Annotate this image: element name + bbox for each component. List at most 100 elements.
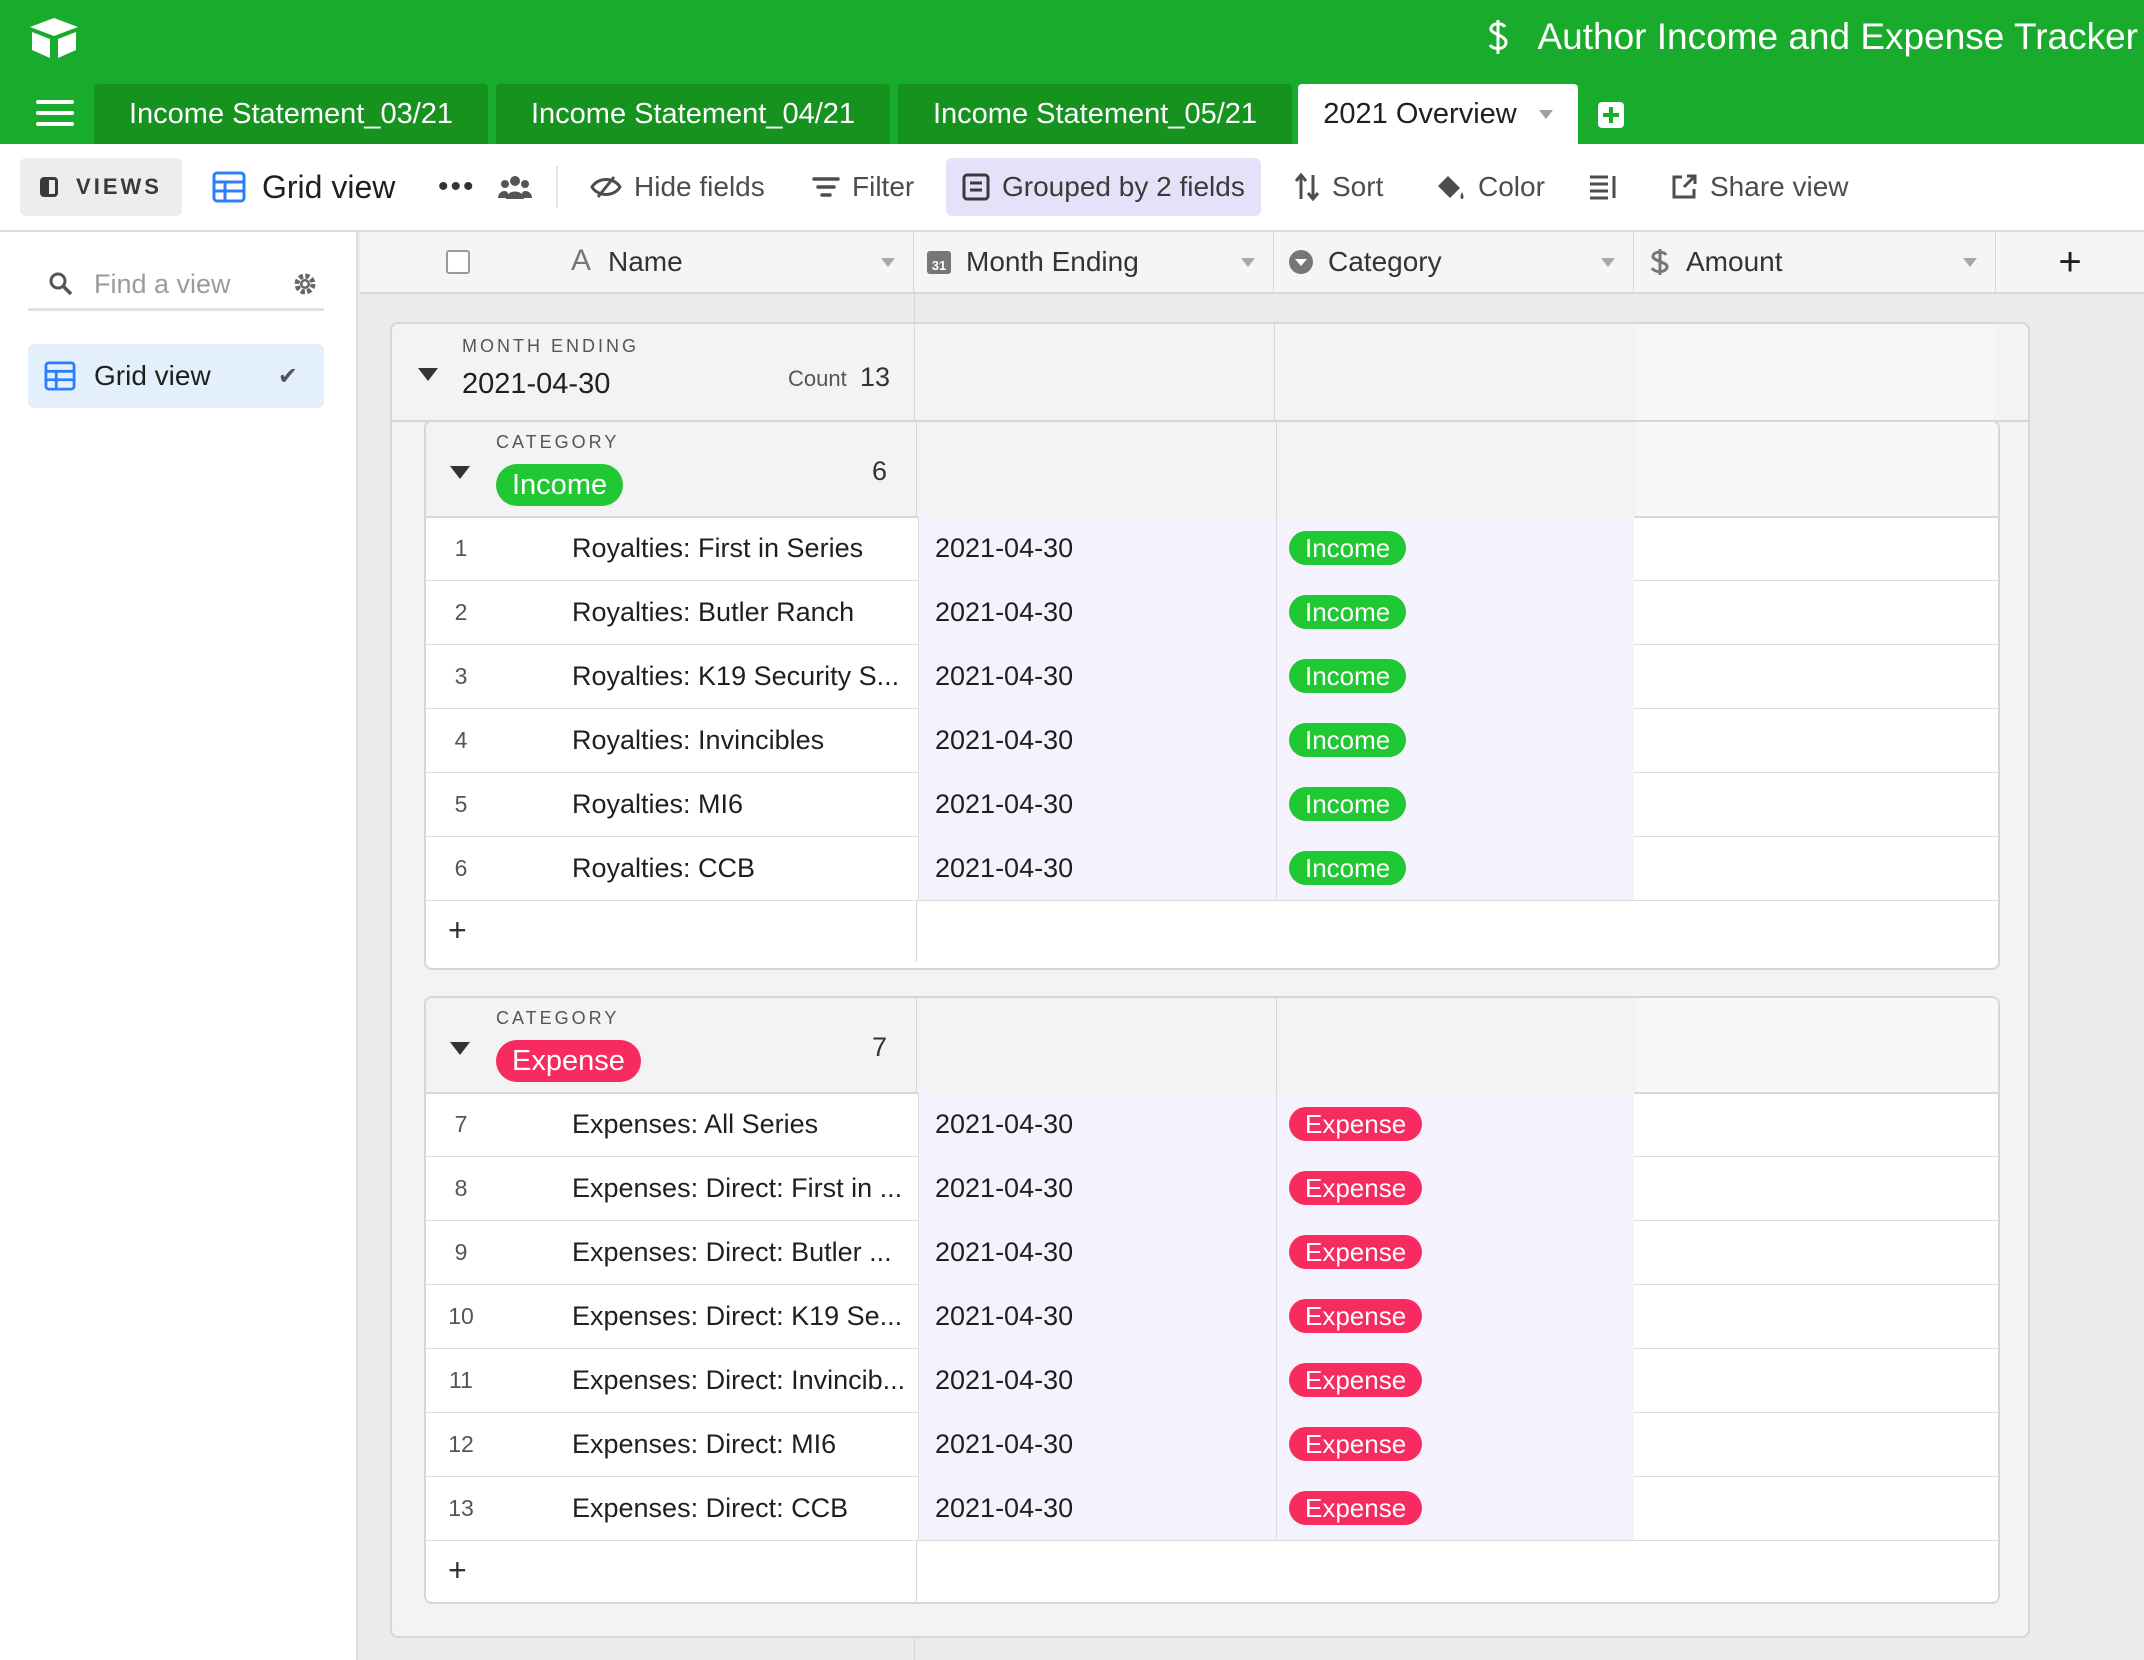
cell-month-ending[interactable]: 2021-04-30 — [918, 1284, 1276, 1348]
cell-month-ending[interactable]: 2021-04-30 — [918, 708, 1276, 772]
sidebar-item-grid-view[interactable]: Grid view ✔ — [28, 344, 324, 408]
cell-month-ending[interactable]: 2021-04-30 — [918, 836, 1276, 900]
app-logo-icon[interactable] — [28, 16, 80, 60]
add-field-button[interactable]: + — [1996, 232, 2144, 292]
add-record-row[interactable]: + — [426, 1540, 1998, 1602]
cell-name[interactable]: Expenses: Direct: CCB — [572, 1476, 918, 1540]
table-row[interactable]: 7 Expenses: All Series 2021-04-30 Expense — [426, 1092, 1998, 1157]
views-button[interactable]: VIEWS — [20, 158, 182, 216]
column-header-amount[interactable]: Amount — [1634, 232, 1996, 292]
cell-category[interactable]: Income — [1276, 580, 1634, 644]
add-record-icon[interactable]: + — [448, 1552, 467, 1589]
chevron-down-icon[interactable] — [1241, 258, 1255, 267]
table-row[interactable]: 2 Royalties: Butler Ranch 2021-04-30 Income — [426, 580, 1998, 645]
collapse-triangle-icon[interactable] — [450, 1042, 470, 1055]
collapse-triangle-icon[interactable] — [450, 466, 470, 479]
amount-summary-cell[interactable] — [1636, 998, 1998, 1092]
cell-category[interactable]: Expense — [1276, 1156, 1634, 1220]
more-options-icon[interactable]: ••• — [438, 158, 476, 216]
table-row[interactable]: 5 Royalties: MI6 2021-04-30 Income — [426, 772, 1998, 837]
menu-icon[interactable] — [36, 100, 74, 130]
tab-income-statement-03-21[interactable]: Income Statement_03/21 — [94, 84, 488, 144]
table-row[interactable]: 3 Royalties: K19 Security S... 2021-04-30 I… — [426, 644, 1998, 709]
table-row[interactable]: 9 Expenses: Direct: Butler ... 2021-04-30 E… — [426, 1220, 1998, 1285]
subgroup-header-income[interactable]: CATEGORY Income 6 — [426, 422, 1998, 518]
sort-button[interactable]: Sort — [1294, 158, 1383, 216]
collaborators-icon[interactable] — [498, 158, 544, 216]
cell-name[interactable]: Expenses: All Series — [572, 1092, 918, 1156]
amount-summary-cell[interactable] — [1636, 422, 1998, 516]
chevron-down-icon[interactable] — [1963, 258, 1977, 267]
cell-category[interactable]: Expense — [1276, 1348, 1634, 1412]
chevron-down-icon[interactable] — [1601, 258, 1615, 267]
cell-category[interactable]: Income — [1276, 516, 1634, 580]
cell-category[interactable]: Expense — [1276, 1476, 1634, 1540]
table-row[interactable]: 8 Expenses: Direct: First in ... 2021-04-3… — [426, 1156, 1998, 1221]
chevron-down-icon[interactable] — [1538, 109, 1553, 119]
cell-month-ending[interactable]: 2021-04-30 — [918, 1476, 1276, 1540]
cell-name[interactable]: Royalties: MI6 — [572, 772, 918, 836]
add-table-icon[interactable] — [1598, 102, 1624, 128]
table-row[interactable]: 11 Expenses: Direct: Invincib... 2021-04-3… — [426, 1348, 1998, 1413]
group-field-label: CATEGORY — [496, 432, 620, 452]
cell-name[interactable]: Expenses: Direct: Invincib... — [572, 1348, 918, 1412]
cell-name[interactable]: Royalties: Invincibles — [572, 708, 918, 772]
cell-month-ending[interactable]: 2021-04-30 — [918, 1412, 1276, 1476]
cell-month-ending[interactable]: 2021-04-30 — [918, 1220, 1276, 1284]
amount-summary-cell[interactable] — [1634, 324, 1994, 420]
collapse-triangle-icon[interactable] — [418, 368, 438, 381]
cell-month-ending[interactable]: 2021-04-30 — [918, 1092, 1276, 1156]
cell-category[interactable]: Income — [1276, 836, 1634, 900]
add-record-icon[interactable]: + — [448, 912, 467, 949]
cell-category[interactable]: Expense — [1276, 1412, 1634, 1476]
column-header-category[interactable]: Category — [1274, 232, 1634, 292]
cell-category[interactable]: Expense — [1276, 1220, 1634, 1284]
filter-button[interactable]: Filter — [812, 158, 914, 216]
cell-category[interactable]: Income — [1276, 708, 1634, 772]
cell-name[interactable]: Royalties: K19 Security S... — [572, 644, 918, 708]
gear-icon[interactable] — [292, 271, 318, 297]
cell-name[interactable]: Expenses: Direct: K19 Se... — [572, 1284, 918, 1348]
column-header-name[interactable]: A Name — [360, 232, 914, 292]
cell-month-ending[interactable]: 2021-04-30 — [918, 644, 1276, 708]
column-header-month-ending[interactable]: 31 Month Ending — [914, 232, 1274, 292]
cell-month-ending[interactable]: 2021-04-30 — [918, 1348, 1276, 1412]
select-all-checkbox[interactable] — [446, 250, 470, 274]
cell-month-ending[interactable]: 2021-04-30 — [918, 772, 1276, 836]
cell-name[interactable]: Expenses: Direct: MI6 — [572, 1412, 918, 1476]
group-button[interactable]: Grouped by 2 fields — [946, 158, 1261, 216]
table-row[interactable]: 12 Expenses: Direct: MI6 2021-04-30 Expense — [426, 1412, 1998, 1477]
share-view-button[interactable]: Share view — [1670, 158, 1849, 216]
chevron-down-icon[interactable] — [881, 258, 895, 267]
tab-2021-overview[interactable]: 2021 Overview — [1298, 84, 1578, 144]
cell-name[interactable]: Royalties: First in Series — [572, 516, 918, 580]
group-header-month-ending[interactable]: MONTH ENDING 2021-04-30 Count 13 — [392, 324, 2028, 422]
tab-income-statement-04-21[interactable]: Income Statement_04/21 — [496, 84, 890, 144]
cell-month-ending[interactable]: 2021-04-30 — [918, 580, 1276, 644]
cell-name[interactable]: Royalties: CCB — [572, 836, 918, 900]
cell-name[interactable]: Royalties: Butler Ranch — [572, 580, 918, 644]
cell-category[interactable]: Income — [1276, 644, 1634, 708]
row-height-icon[interactable] — [1588, 158, 1630, 216]
cell-category[interactable]: Expense — [1276, 1092, 1634, 1156]
cell-month-ending[interactable]: 2021-04-30 — [918, 1156, 1276, 1220]
cell-name[interactable]: Expenses: Direct: Butler ... — [572, 1220, 918, 1284]
table-row[interactable]: 4 Royalties: Invincibles 2021-04-30 Income — [426, 708, 1998, 773]
grid-view-icon — [212, 171, 246, 203]
table-row[interactable]: 13 Expenses: Direct: CCB 2021-04-30 Expense — [426, 1476, 1998, 1541]
cell-month-ending[interactable]: 2021-04-30 — [918, 516, 1276, 580]
subgroup-header-expense[interactable]: CATEGORY Expense 7 — [426, 998, 1998, 1094]
color-button[interactable]: Color — [1434, 158, 1545, 216]
view-switcher-button[interactable]: Grid view — [212, 158, 395, 216]
add-record-row[interactable]: + — [426, 900, 1998, 962]
table-row[interactable]: 1 Royalties: First in Series 2021-04-30 Inc… — [426, 516, 1998, 581]
cell-category[interactable]: Income — [1276, 772, 1634, 836]
sort-icon — [1294, 173, 1320, 201]
find-view-field[interactable]: Find a view — [28, 260, 324, 311]
cell-name[interactable]: Expenses: Direct: First in ... — [572, 1156, 918, 1220]
table-row[interactable]: 10 Expenses: Direct: K19 Se... 2021-04-30 E… — [426, 1284, 1998, 1349]
cell-category[interactable]: Expense — [1276, 1284, 1634, 1348]
hide-fields-button[interactable]: Hide fields — [590, 158, 765, 216]
tab-income-statement-05-21[interactable]: Income Statement_05/21 — [898, 84, 1292, 144]
table-row[interactable]: 6 Royalties: CCB 2021-04-30 Income — [426, 836, 1998, 901]
